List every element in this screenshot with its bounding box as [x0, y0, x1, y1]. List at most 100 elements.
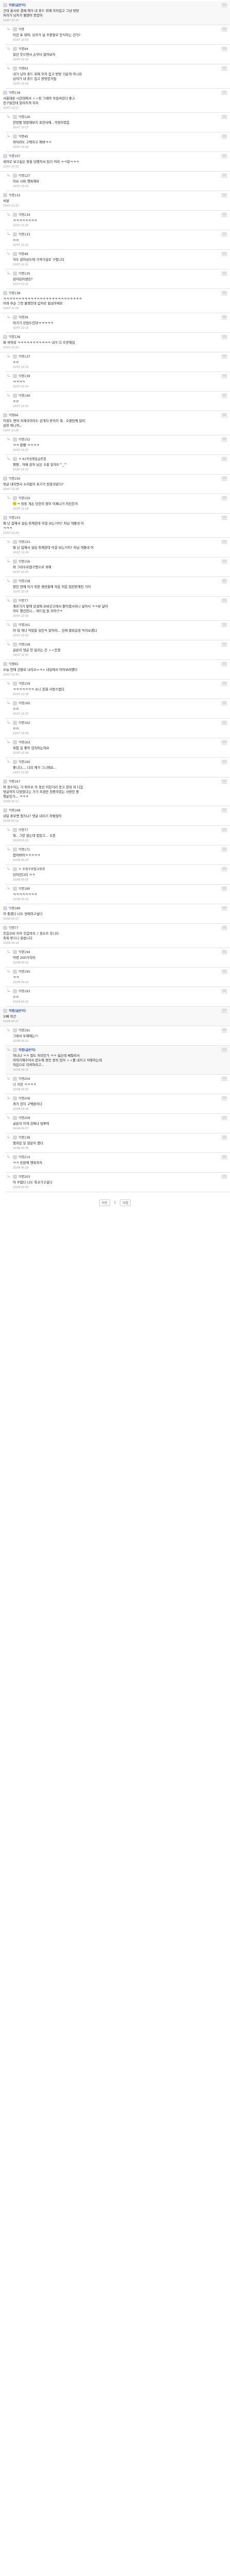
report-flag-icon[interactable] [222, 3, 227, 7]
report-flag-icon[interactable] [222, 808, 227, 812]
comment-author[interactable]: 익명48 [19, 251, 28, 256]
report-flag-icon[interactable] [222, 1077, 227, 1081]
report-flag-icon[interactable] [222, 213, 227, 217]
report-flag-icon[interactable] [222, 437, 227, 442]
report-flag-icon[interactable] [222, 950, 227, 954]
report-flag-icon[interactable] [222, 926, 227, 930]
report-flag-icon[interactable] [222, 374, 227, 378]
report-flag-icon[interactable] [222, 291, 227, 295]
report-flag-icon[interactable] [222, 193, 227, 197]
report-flag-icon[interactable] [222, 516, 227, 520]
comment-author[interactable]: 익명209 [19, 1115, 30, 1120]
prev-page-button[interactable]: 이전 [99, 1199, 110, 1206]
report-flag-icon[interactable] [222, 354, 227, 359]
report-flag-icon[interactable] [222, 662, 227, 666]
report-flag-icon[interactable] [222, 315, 227, 319]
comment-author[interactable]: 익명161 [19, 622, 30, 627]
comment-author[interactable]: 익명45 [19, 134, 28, 139]
report-flag-icon[interactable] [222, 1155, 227, 1159]
comment-author[interactable]: 익명(글쓴이) [9, 3, 26, 7]
comment-author[interactable]: 익명204 [19, 1076, 30, 1081]
comment-author[interactable]: 익명94 [19, 46, 28, 51]
comment-author[interactable]: 익명195 [19, 969, 30, 974]
comment-author[interactable]: ㅇ 수정구로함교회로 [19, 867, 45, 871]
comment-author[interactable]: 익명135 [19, 271, 30, 276]
comment-author[interactable]: 익명150 [9, 476, 21, 481]
report-flag-icon[interactable] [222, 906, 227, 910]
comment-author[interactable]: 익명162 [19, 720, 30, 725]
comment-author[interactable]: 익명133 [19, 232, 30, 236]
comment-author[interactable]: 익명 [19, 27, 24, 31]
report-flag-icon[interactable] [222, 848, 227, 852]
comment-author[interactable]: 익명140 [19, 393, 30, 398]
report-flag-icon[interactable] [222, 232, 227, 236]
comment-author[interactable]: 익명191 [19, 1028, 30, 1032]
report-flag-icon[interactable] [222, 496, 227, 500]
report-flag-icon[interactable] [222, 579, 227, 583]
comment-author[interactable]: 익명180 [19, 886, 30, 891]
report-flag-icon[interactable] [222, 760, 227, 764]
report-flag-icon[interactable] [222, 740, 227, 744]
report-flag-icon[interactable] [222, 154, 227, 158]
report-flag-icon[interactable] [222, 989, 227, 993]
comment-author[interactable]: 익명39 [19, 315, 28, 319]
report-flag-icon[interactable] [222, 721, 227, 725]
comment-author[interactable]: 익명159 [19, 681, 30, 686]
report-flag-icon[interactable] [222, 828, 227, 832]
report-flag-icon[interactable] [222, 540, 227, 544]
report-flag-icon[interactable] [222, 560, 227, 564]
comment-author[interactable]: 익명(글쓴이) [19, 1047, 36, 1052]
report-flag-icon[interactable] [222, 394, 227, 398]
comment-author[interactable]: 익명206 [19, 1096, 30, 1100]
report-flag-icon[interactable] [222, 1116, 227, 1120]
report-flag-icon[interactable] [222, 887, 227, 891]
comment-author[interactable]: 익명156 [19, 559, 30, 564]
report-flag-icon[interactable] [222, 779, 227, 784]
comment-author[interactable]: 익명126 [19, 114, 30, 119]
report-flag-icon[interactable] [222, 682, 227, 686]
report-flag-icon[interactable] [222, 134, 227, 139]
comment-author[interactable]: 익명132 [9, 193, 21, 197]
comment-author[interactable]: 익명171 [19, 847, 30, 852]
report-flag-icon[interactable] [222, 66, 227, 71]
report-flag-icon[interactable] [222, 252, 227, 256]
comment-author[interactable]: 익명152 [19, 437, 30, 442]
comment-author[interactable]: 익명138 [9, 291, 21, 295]
report-flag-icon[interactable] [222, 701, 227, 705]
comment-author[interactable]: 익명189 [9, 906, 21, 910]
report-flag-icon[interactable] [222, 413, 227, 417]
comment-author[interactable]: 익명214 [19, 1155, 30, 1159]
report-flag-icon[interactable] [222, 272, 227, 276]
report-flag-icon[interactable] [222, 335, 227, 339]
comment-author[interactable]: 익명193 [19, 989, 30, 993]
report-flag-icon[interactable] [222, 599, 227, 603]
comment-author[interactable]: 익명194 [19, 950, 30, 954]
comment-author[interactable]: 익명165 [19, 701, 30, 705]
comment-author[interactable]: 익명107 [9, 154, 21, 158]
comment-author[interactable]: 익명160 [19, 759, 30, 764]
report-flag-icon[interactable] [222, 47, 227, 51]
comment-author[interactable]: 익명153 [19, 539, 30, 544]
comment-author[interactable]: 익명139 [19, 374, 30, 378]
report-flag-icon[interactable] [222, 1136, 227, 1140]
comment-author[interactable]: 익명158 [19, 642, 30, 647]
comment-author[interactable]: 익명168 [9, 808, 21, 812]
report-flag-icon[interactable] [222, 970, 227, 974]
report-flag-icon[interactable] [222, 27, 227, 31]
report-flag-icon[interactable] [222, 115, 227, 119]
report-flag-icon[interactable] [222, 1028, 227, 1032]
report-flag-icon[interactable] [222, 623, 227, 627]
comment-author[interactable]: 익명158 [19, 579, 30, 583]
report-flag-icon[interactable] [222, 1048, 227, 1052]
comment-author[interactable]: 익명163 [19, 740, 30, 744]
comment-author[interactable]: 익명65 [9, 662, 19, 666]
comment-author[interactable]: ㅇ 61작성했을글한결 [19, 456, 46, 461]
comment-author[interactable]: 익명167 [9, 779, 21, 784]
comment-author[interactable]: 익명137 [19, 354, 30, 359]
report-flag-icon[interactable] [222, 867, 227, 871]
comment-author[interactable]: 익명136 [9, 334, 21, 339]
comment-author[interactable]: 익명118 [9, 90, 21, 95]
report-flag-icon[interactable] [222, 477, 227, 481]
comment-author[interactable]: 익명203 [19, 1174, 30, 1179]
comment-author[interactable]: 익명127 [19, 173, 30, 178]
